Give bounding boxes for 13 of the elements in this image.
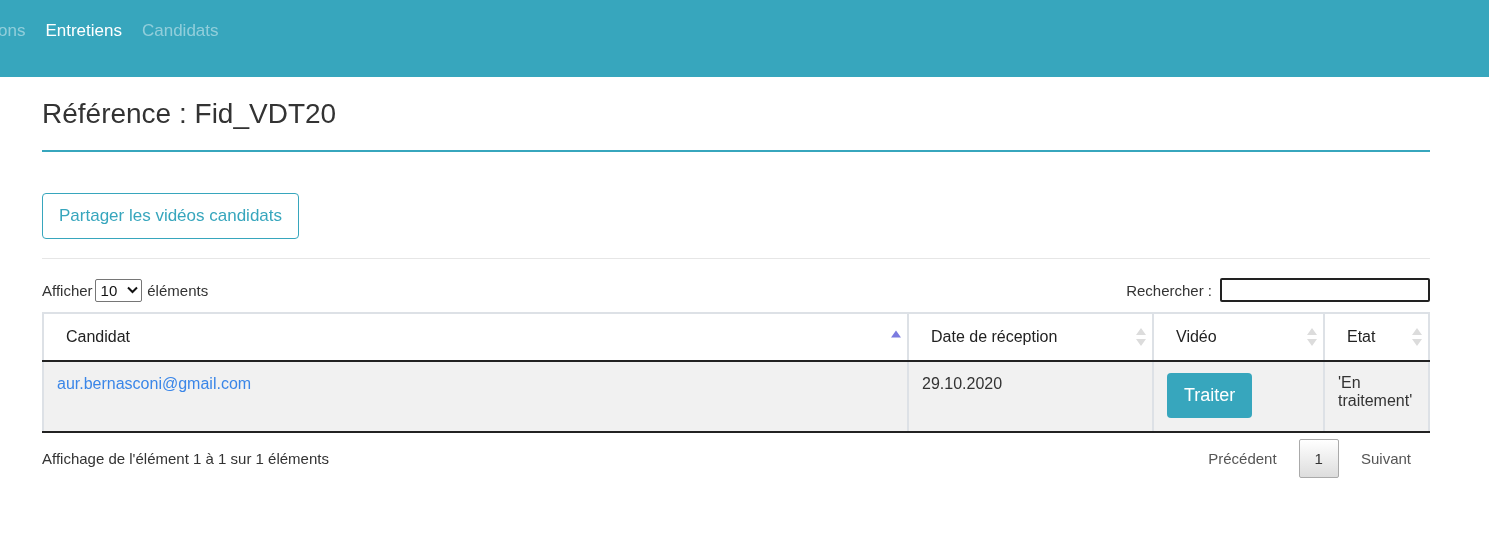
table-info: Affichage de l'élément 1 à 1 sur 1 éléments [42,450,329,467]
page-title: Référence : Fid_VDT20 [42,77,1430,152]
table-cell: 29.10.2020 [908,361,1153,432]
search-label: Rechercher : [1126,281,1212,299]
entries-label: éléments [147,281,209,299]
previous-link[interactable]: Précédent [1208,450,1277,467]
page-button[interactable]: 1 [1298,439,1339,478]
next-link[interactable]: Suivant [1360,450,1411,467]
chevron-down-icon [127,286,139,294]
show-label: Afficher [42,281,93,299]
table-cell: 'En traitement' [1324,361,1429,432]
page-length-dropdown[interactable]: 10 [94,278,143,302]
search-field[interactable] [1220,278,1430,302]
